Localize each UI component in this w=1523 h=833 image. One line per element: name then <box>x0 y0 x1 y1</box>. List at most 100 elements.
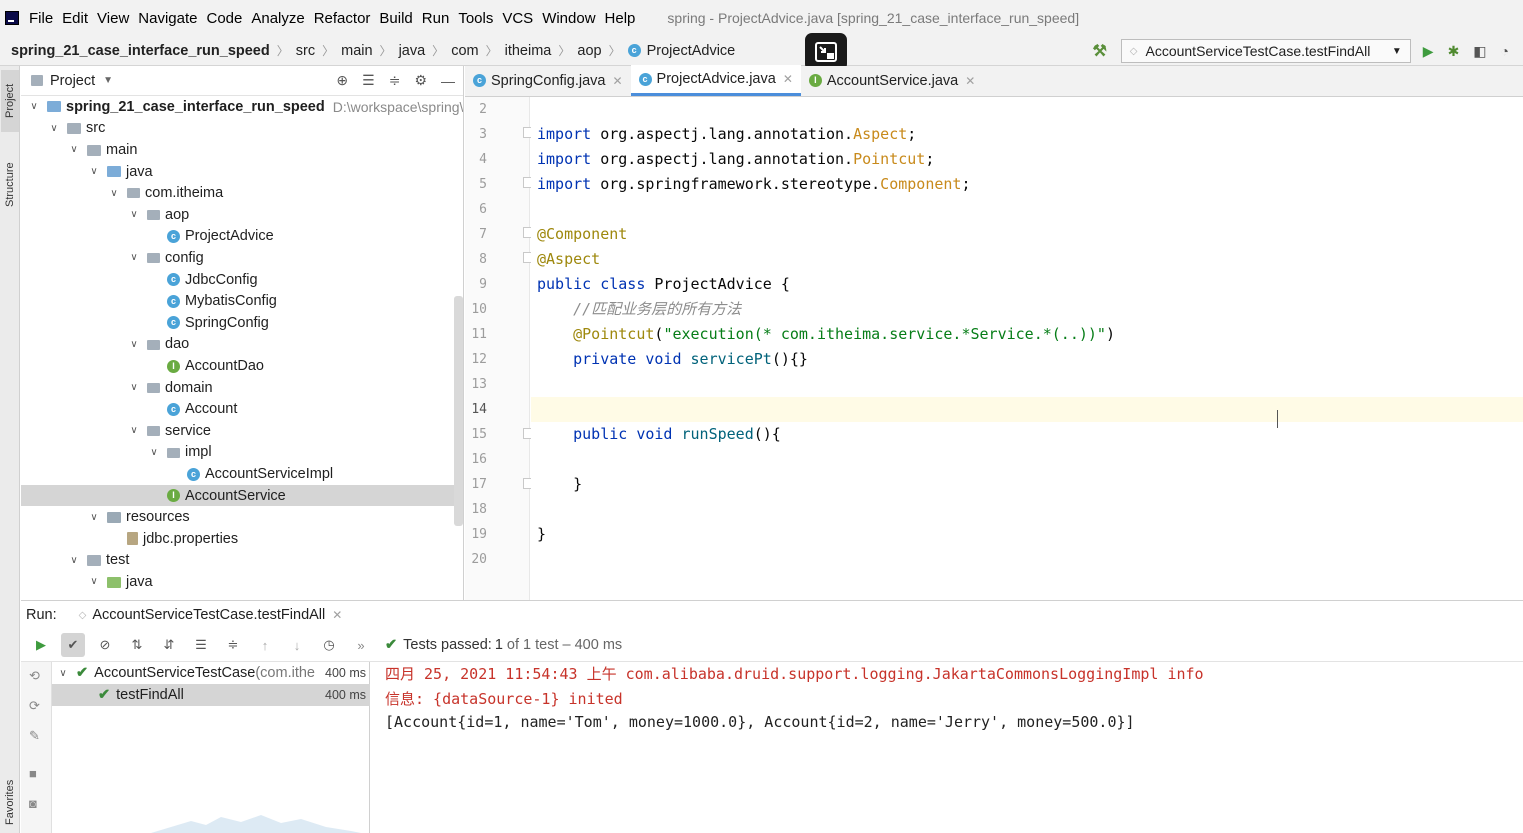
menu-window[interactable]: Window <box>542 10 595 27</box>
tree-item[interactable]: ∨ spring_21_case_interface_run_speed D:\wo… <box>21 96 463 118</box>
history-icon[interactable]: ◷ <box>317 633 341 657</box>
menu-view[interactable]: View <box>97 10 129 27</box>
sort-duration-icon[interactable]: ⇵ <box>157 633 181 657</box>
tree-item[interactable]: ∨ test <box>21 550 463 572</box>
tree-item[interactable]: ∨ src <box>21 118 463 140</box>
code-editor[interactable]: import org.aspectj.lang.annotation.Aspec… <box>531 97 1523 600</box>
expand-all-icon[interactable]: ☰ <box>189 633 213 657</box>
tree-item[interactable]: ∨ dao <box>21 334 463 356</box>
more-icon[interactable]: » <box>349 633 373 657</box>
tree-item[interactable]: I AccountService <box>21 484 463 507</box>
menu-navigate[interactable]: Navigate <box>138 10 197 27</box>
project-tool-tab[interactable]: Project <box>1 70 19 132</box>
close-icon[interactable]: ✕ <box>783 72 793 86</box>
tab-accountservice[interactable]: I AccountService.java ✕ <box>801 65 983 96</box>
tree-item[interactable]: ∨ com.itheima <box>21 182 463 204</box>
tree-item[interactable]: c JdbcConfig <box>21 269 463 291</box>
profile-icon[interactable]: ◔ <box>1501 43 1509 59</box>
console-output[interactable]: 四月 25, 2021 11:54:43 上午 com.alibaba.drui… <box>385 662 1523 833</box>
chevron-down-icon[interactable]: ∨ <box>67 144 81 155</box>
locate-file-icon[interactable]: ⊕ <box>336 72 348 89</box>
menu-code[interactable]: Code <box>206 10 242 27</box>
camera-icon[interactable]: ◙ <box>29 796 37 811</box>
show-ignored-icon[interactable]: ⊘ <box>93 633 117 657</box>
coverage-icon[interactable]: ◧ <box>1473 43 1486 60</box>
next-failed-icon[interactable]: ↓ <box>285 633 309 657</box>
breadcrumb-main[interactable]: main <box>341 43 372 59</box>
test-case-row[interactable]: ✔ testFindAll 400 ms <box>52 684 370 706</box>
chevron-down-icon[interactable]: ∨ <box>127 252 141 263</box>
sort-alpha-icon[interactable]: ⇅ <box>125 633 149 657</box>
tree-item[interactable]: I AccountDao <box>21 355 463 377</box>
tree-item[interactable]: c AccountServiceImpl <box>21 463 463 485</box>
collapse-all-icon[interactable]: ≑ <box>221 633 245 657</box>
chevron-down-icon[interactable]: ▼ <box>103 75 113 86</box>
tree-item[interactable]: ∨ java <box>21 161 463 183</box>
menu-tools[interactable]: Tools <box>458 10 493 27</box>
menu-build[interactable]: Build <box>379 10 412 27</box>
tree-item[interactable]: ∨ aop <box>21 204 463 226</box>
chevron-down-icon[interactable]: ∨ <box>56 668 70 679</box>
tree-item[interactable]: ∨ main <box>21 139 463 161</box>
rerun-icon[interactable]: ▶ <box>29 633 53 657</box>
close-icon[interactable]: ✕ <box>612 74 622 88</box>
tree-item[interactable]: ∨ impl <box>21 442 463 464</box>
run-configuration-select[interactable]: ◇ AccountServiceTestCase.testFindAll ▼ <box>1120 39 1411 63</box>
breadcrumb-src[interactable]: src <box>296 43 315 59</box>
project-scrollbar[interactable] <box>454 296 463 526</box>
debug-icon[interactable]: ✱ <box>1448 43 1460 60</box>
tree-item[interactable]: ∨ domain <box>21 377 463 399</box>
favorites-tool-tab[interactable]: Favorites <box>1 772 19 832</box>
build-hammer-icon[interactable]: ⚒ <box>1092 41 1106 61</box>
tree-item[interactable]: c MybatisConfig <box>21 290 463 312</box>
menu-help[interactable]: Help <box>605 10 636 27</box>
tree-item[interactable]: ∨ config <box>21 247 463 269</box>
show-passed-icon[interactable]: ✔ <box>61 633 85 657</box>
test-suite-row[interactable]: ∨ ✔ AccountServiceTestCase (com.ithe 400… <box>52 662 370 684</box>
chevron-down-icon[interactable]: ∨ <box>107 188 121 199</box>
tree-item[interactable]: c ProjectAdvice <box>21 226 463 248</box>
menu-analyze[interactable]: Analyze <box>251 10 304 27</box>
chevron-down-icon[interactable]: ∨ <box>87 512 101 523</box>
breadcrumb-project[interactable]: spring_21_case_interface_run_speed <box>11 43 270 59</box>
run-tab[interactable]: ◇ AccountServiceTestCase.testFindAll ✕ <box>79 607 343 623</box>
chevron-down-icon[interactable]: ∨ <box>127 339 141 350</box>
menu-edit[interactable]: Edit <box>62 10 88 27</box>
minimize-icon[interactable]: — <box>441 73 455 89</box>
project-panel-title[interactable]: Project <box>50 73 95 89</box>
structure-tool-tab[interactable]: Structure <box>1 150 19 220</box>
chevron-down-icon[interactable]: ∨ <box>127 425 141 436</box>
tree-item[interactable]: ∨ java <box>21 571 463 593</box>
tree-item[interactable]: c Account <box>21 398 463 420</box>
menu-refactor[interactable]: Refactor <box>314 10 371 27</box>
tree-item[interactable]: ∨ service <box>21 420 463 442</box>
chevron-down-icon[interactable]: ∨ <box>127 382 141 393</box>
rerun-failed-icon[interactable]: ⟲ <box>29 668 40 684</box>
run-icon[interactable]: ▶ <box>1423 43 1434 60</box>
chevron-down-icon[interactable]: ∨ <box>47 123 61 134</box>
tree-item[interactable]: c SpringConfig <box>21 312 463 334</box>
menu-run[interactable]: Run <box>422 10 450 27</box>
breadcrumb-aop[interactable]: aop <box>577 43 601 59</box>
tab-projectadvice[interactable]: c ProjectAdvice.java ✕ <box>630 65 801 96</box>
breadcrumb-com[interactable]: com <box>451 43 478 59</box>
menu-vcs[interactable]: VCS <box>502 10 533 27</box>
close-icon[interactable]: ✕ <box>965 74 975 88</box>
chevron-down-icon[interactable]: ∨ <box>27 101 41 112</box>
menu-file[interactable]: File <box>29 10 53 27</box>
wrench-icon[interactable]: ✎ <box>29 728 40 744</box>
gear-icon[interactable]: ⚙ <box>414 72 427 89</box>
collapse-all-icon[interactable]: ≑ <box>389 72 401 89</box>
chevron-down-icon[interactable]: ∨ <box>87 576 101 587</box>
toggle-auto-test-icon[interactable]: ⟳ <box>29 698 40 714</box>
tree-item[interactable]: ∨ resources <box>21 506 463 528</box>
breadcrumb-itheima[interactable]: itheima <box>505 43 552 59</box>
expand-all-icon[interactable]: ☰ <box>362 72 375 89</box>
tree-item[interactable]: jdbc.properties <box>21 528 463 550</box>
chevron-down-icon[interactable]: ∨ <box>127 209 141 220</box>
breadcrumb-projectadvice[interactable]: ProjectAdvice <box>647 43 736 59</box>
stop-icon[interactable]: ■ <box>29 766 37 781</box>
breadcrumb-java[interactable]: java <box>399 43 426 59</box>
chevron-down-icon[interactable]: ∨ <box>87 166 101 177</box>
tab-springconfig[interactable]: c SpringConfig.java ✕ <box>465 65 631 96</box>
